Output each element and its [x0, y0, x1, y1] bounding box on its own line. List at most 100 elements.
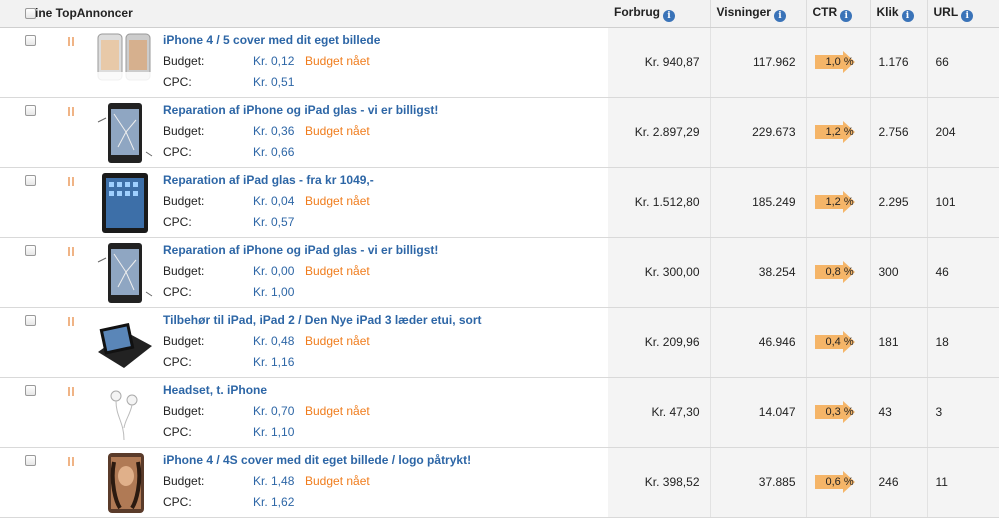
ad-title-link[interactable]: Reparation af iPhone og iPad glas - vi e… — [163, 242, 438, 258]
ctr-cell: 1,2 % — [806, 97, 871, 168]
header-visninger-label: Visninger — [716, 4, 771, 19]
info-icon[interactable]: i — [901, 9, 914, 22]
row-checkbox[interactable] — [25, 384, 36, 396]
forbrug-cell: Kr. 300,00 — [608, 237, 711, 308]
ctr-value: 1,2 % — [825, 196, 854, 208]
ctr-cell: 0,6 % — [806, 447, 871, 518]
ad-thumbnail — [95, 170, 155, 236]
klik-cell: 2.756 — [870, 97, 928, 168]
ad-title-link[interactable]: iPhone 4 / 4S cover med dit eget billede… — [163, 452, 471, 468]
budget-label: Budget: — [163, 403, 205, 418]
info-icon[interactable]: i — [840, 9, 853, 22]
header-url[interactable]: URL i — [927, 0, 999, 28]
pause-icon[interactable] — [68, 176, 76, 186]
budget-value[interactable]: Kr. 0,70 — [253, 403, 305, 419]
ad-cell: iPhone 4 / 4S cover med dit eget billede… — [0, 447, 608, 518]
budget-value[interactable]: Kr. 0,04 — [253, 193, 305, 209]
header-ctr-label: CTR — [812, 4, 838, 19]
budget-status: Budget nået — [305, 263, 370, 278]
budget-value[interactable]: Kr. 0,48 — [253, 333, 305, 349]
header-forbrug[interactable]: Forbrug i — [608, 0, 711, 28]
table-row: iPhone 4 / 4S cover med dit eget billede… — [0, 447, 999, 518]
cpc-label: CPC: — [163, 494, 192, 509]
headset-image — [110, 390, 138, 440]
header-title: Mine TopAnnoncer — [25, 6, 133, 21]
row-checkbox[interactable] — [25, 104, 36, 116]
ctr-cell: 1,2 % — [806, 167, 871, 238]
budget-status: Budget nået — [305, 333, 370, 348]
ad-title-link[interactable]: iPhone 4 / 5 cover med dit eget billede — [163, 32, 380, 48]
pause-icon[interactable] — [68, 316, 76, 326]
pause-icon[interactable] — [68, 106, 76, 116]
ad-cell: Reparation af iPad glas - fra kr 1049,- … — [0, 167, 608, 238]
ad-title-link[interactable]: Reparation af iPad glas - fra kr 1049,- — [163, 172, 374, 188]
budget-value[interactable]: Kr. 1,48 — [253, 473, 305, 489]
pause-icon[interactable] — [68, 456, 76, 466]
klik-cell: 1.176 — [870, 27, 928, 98]
header-ctr[interactable]: CTR i — [806, 0, 871, 28]
cpc-label: CPC: — [163, 424, 192, 439]
visninger-cell: 37.885 — [710, 447, 807, 518]
url-cell: 18 — [927, 307, 999, 378]
phone-cover-image — [96, 33, 154, 92]
budget-status: Budget nået — [305, 193, 370, 208]
ctr-badge: 0,8 % — [814, 261, 865, 283]
forbrug-cell: Kr. 47,30 — [608, 377, 711, 448]
ctr-cell: 0,3 % — [806, 377, 871, 448]
info-icon[interactable]: i — [773, 9, 786, 22]
info-icon[interactable]: i — [663, 9, 675, 22]
row-checkbox[interactable] — [25, 244, 36, 256]
ad-cell: Reparation af iPhone og iPad glas - vi e… — [0, 237, 608, 308]
budget-label: Budget: — [163, 123, 205, 138]
url-cell: 101 — [927, 167, 999, 238]
cpc-value[interactable]: Kr. 1,62 — [253, 494, 305, 510]
row-checkbox[interactable] — [25, 174, 36, 186]
ctr-value: 1,0 % — [825, 56, 854, 68]
cpc-value[interactable]: Kr. 1,00 — [253, 284, 305, 300]
ctr-cell: 0,4 % — [806, 307, 871, 378]
ipad-case-image — [98, 322, 152, 368]
budget-value[interactable]: Kr. 0,36 — [253, 123, 305, 139]
ad-cell: Reparation af iPhone og iPad glas - vi e… — [0, 97, 608, 168]
ads-table: Mine TopAnnoncer Forbrug i Visninger i CTR… — [0, 0, 999, 518]
forbrug-cell: Kr. 398,52 — [608, 447, 711, 518]
cpc-label: CPC: — [163, 354, 192, 369]
table-header-row: Mine TopAnnoncer Forbrug i Visninger i CTR… — [0, 0, 999, 28]
cpc-label: CPC: — [163, 284, 192, 299]
cpc-value[interactable]: Kr. 1,16 — [253, 354, 305, 370]
klik-cell: 300 — [870, 237, 928, 308]
ad-title-link[interactable]: Tilbehør til iPad, iPad 2 / Den Nye iPad… — [163, 312, 482, 328]
header-klik[interactable]: Klik i — [870, 0, 928, 28]
budget-status: Budget nået — [305, 473, 370, 488]
budget-value[interactable]: Kr. 0,00 — [253, 263, 305, 279]
url-cell: 66 — [927, 27, 999, 98]
cpc-value[interactable]: Kr. 0,57 — [253, 214, 305, 230]
klik-cell: 246 — [870, 447, 928, 518]
info-icon[interactable]: i — [961, 9, 974, 22]
budget-status: Budget nået — [305, 123, 370, 138]
budget-value[interactable]: Kr. 0,12 — [253, 53, 305, 69]
ad-title-link[interactable]: Reparation af iPhone og iPad glas - vi e… — [163, 102, 438, 118]
header-visninger[interactable]: Visninger i — [710, 0, 807, 28]
ctr-badge: 0,3 % — [814, 401, 865, 423]
pause-icon[interactable] — [68, 36, 76, 46]
budget-label: Budget: — [163, 473, 205, 488]
cpc-label: CPC: — [163, 74, 192, 89]
ad-title-link[interactable]: Headset, t. iPhone — [163, 382, 370, 398]
forbrug-cell: Kr. 1.512,80 — [608, 167, 711, 238]
pause-icon[interactable] — [68, 386, 76, 396]
row-checkbox[interactable] — [25, 34, 36, 46]
select-all-checkbox[interactable] — [25, 8, 36, 19]
cpc-value[interactable]: Kr. 1,10 — [253, 424, 305, 440]
cpc-value[interactable]: Kr. 0,51 — [253, 74, 305, 90]
budget-label: Budget: — [163, 53, 205, 68]
url-cell: 46 — [927, 237, 999, 308]
cpc-value[interactable]: Kr. 0,66 — [253, 144, 305, 160]
pause-icon[interactable] — [68, 246, 76, 256]
budget-status: Budget nået — [305, 403, 370, 418]
row-checkbox[interactable] — [25, 314, 36, 326]
table-row: Reparation af iPad glas - fra kr 1049,- … — [0, 167, 999, 238]
forbrug-cell: Kr. 209,96 — [608, 307, 711, 378]
url-cell: 204 — [927, 97, 999, 168]
row-checkbox[interactable] — [25, 454, 36, 466]
